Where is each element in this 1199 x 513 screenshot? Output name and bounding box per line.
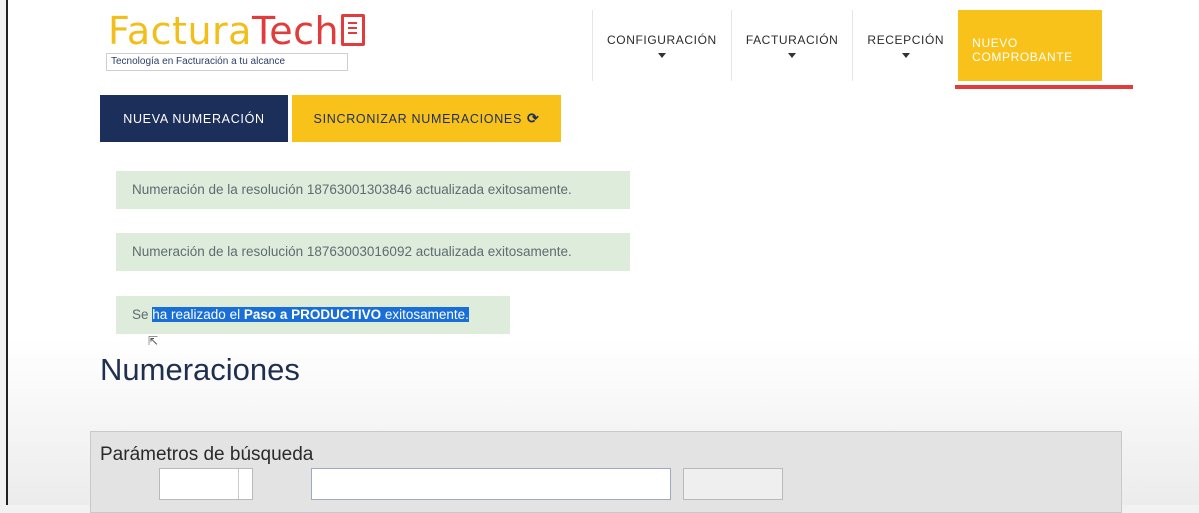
main-nav: CONFIGURACIÓN FACTURACIÓN RECEPCIÓN NUEV… — [592, 10, 1134, 89]
alert-productive: Se ha realizado el Paso a PRODUCTIVO exi… — [116, 296, 510, 334]
alert-text-suffix: exitosamente. — [381, 307, 469, 322]
alert-text-bold: Paso a PRODUCTIVO — [243, 307, 382, 322]
nav-item-facturacion[interactable]: FACTURACIÓN — [730, 10, 853, 81]
nav-item-recepcion[interactable]: RECEPCIÓN — [852, 10, 958, 81]
refresh-icon: ⟳ — [527, 110, 540, 126]
nav-item-configuracion[interactable]: CONFIGURACIÓN — [592, 10, 731, 81]
nav-item-nuevo-comprobante[interactable]: NUEVO COMPROBANTE — [955, 10, 1134, 89]
logo-text-factura: Factura — [108, 9, 252, 53]
sync-numberings-button[interactable]: SINCRONIZAR NUMERACIONES ⟳ — [292, 95, 561, 142]
selected-text: ha realizado el Paso a PRODUCTIVO exitos… — [152, 307, 469, 322]
page-title: Numeraciones — [100, 352, 300, 387]
nav-item-label: RECEPCIÓN — [867, 33, 945, 47]
alert-text-prefix: Se — [132, 307, 153, 322]
select-divider — [238, 469, 239, 499]
filter-select[interactable] — [159, 468, 253, 500]
alert-success: Numeración de la resolución 187630013038… — [116, 171, 630, 209]
new-numbering-button[interactable]: NUEVA NUMERACIÓN — [100, 95, 288, 142]
caret-down-icon — [901, 53, 910, 58]
logo-text-tech: Tech — [251, 9, 340, 53]
search-panel-title: Parámetros de búsqueda — [100, 444, 314, 465]
alert-text: Numeración de la resolución 187630013038… — [132, 182, 572, 197]
brand-logo[interactable]: FacturaTech Tecnología en Facturación a … — [106, 9, 366, 71]
mouse-cursor-icon: ⇱ — [148, 334, 159, 348]
alert-text-mid: ha realizado el — [152, 307, 244, 322]
app-frame: FacturaTech Tecnología en Facturación a … — [6, 0, 1199, 513]
search-button[interactable] — [683, 468, 783, 500]
invoice-doc-icon — [341, 14, 366, 46]
alert-text: Numeración de la resolución 187630030160… — [132, 244, 572, 259]
nav-item-label: FACTURACIÓN — [745, 33, 839, 47]
alert-success: Numeración de la resolución 187630030160… — [116, 233, 630, 271]
brand-tagline: Tecnología en Facturación a tu alcance — [106, 53, 348, 71]
search-panel: Parámetros de búsqueda — [90, 431, 1122, 513]
caret-down-icon — [657, 53, 666, 58]
search-input[interactable] — [311, 468, 671, 500]
new-numbering-label: NUEVA NUMERACIÓN — [123, 111, 265, 126]
active-indicator — [955, 85, 1134, 89]
logo-wordmark: FacturaTech — [108, 9, 366, 53]
nav-item-label: NUEVO COMPROBANTE — [972, 36, 1073, 64]
sync-numberings-label: SINCRONIZAR NUMERACIONES — [313, 111, 523, 126]
nav-item-label: CONFIGURACIÓN — [607, 33, 717, 47]
caret-down-icon — [788, 53, 797, 58]
